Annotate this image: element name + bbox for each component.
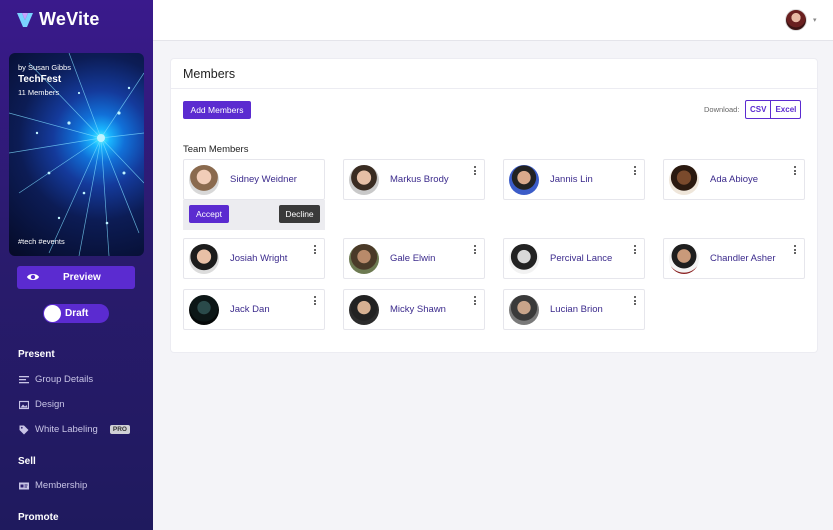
- sidebar-item-design[interactable]: Design: [19, 399, 65, 410]
- sidebar-item-label: Group Details: [35, 374, 94, 385]
- avatar: [189, 295, 219, 325]
- download-options: CSV Excel: [745, 100, 802, 119]
- pro-badge: PRO: [109, 425, 130, 434]
- avatar: [509, 295, 539, 325]
- avatar: [189, 165, 219, 195]
- image-icon: [19, 400, 29, 409]
- more-options-icon[interactable]: [794, 166, 797, 177]
- member-card[interactable]: Ada Abioye: [663, 159, 805, 200]
- member-card[interactable]: Josiah Wright: [183, 238, 325, 279]
- member-name[interactable]: Josiah Wright: [230, 253, 287, 264]
- more-options-icon[interactable]: [634, 296, 637, 307]
- avatar: [349, 244, 379, 274]
- toggle-knob: [44, 305, 61, 322]
- add-members-button[interactable]: Add Members: [183, 101, 251, 119]
- sidebar-item-label: Membership: [35, 480, 88, 491]
- member-card[interactable]: Percival Lance: [503, 238, 645, 279]
- avatar: [509, 244, 539, 274]
- avatar: [669, 244, 699, 274]
- sidebar-item-white-labeling[interactable]: White Labeling PRO: [19, 424, 130, 435]
- member-name[interactable]: Jannis Lin: [550, 174, 593, 185]
- logo-icon: [17, 12, 33, 27]
- member-name[interactable]: Micky Shawn: [390, 304, 446, 315]
- avatar: [669, 165, 699, 195]
- sidebar-item-label: Design: [35, 399, 65, 410]
- event-organizer: by Susan Gibbs: [18, 63, 71, 72]
- member-card[interactable]: Gale Elwin: [343, 238, 485, 279]
- member-name[interactable]: Gale Elwin: [390, 253, 435, 264]
- download-csv-button[interactable]: CSV: [746, 101, 772, 118]
- more-options-icon[interactable]: [634, 245, 637, 256]
- member-name[interactable]: Sidney Weidner: [230, 174, 297, 185]
- user-avatar[interactable]: [785, 9, 807, 31]
- chevron-down-icon[interactable]: ▾: [813, 16, 817, 24]
- member-card[interactable]: Jack Dan: [183, 289, 325, 330]
- event-tags: #tech #events: [18, 237, 65, 246]
- members-panel: Members Add Members Download: CSV Excel …: [171, 59, 817, 352]
- decline-button[interactable]: Decline: [279, 205, 320, 223]
- card-icon: [19, 482, 29, 489]
- member-name[interactable]: Jack Dan: [230, 304, 270, 315]
- more-options-icon[interactable]: [634, 166, 637, 177]
- sidebar: WeVite by Susan Gibbs TechFest 11 Member…: [0, 0, 153, 530]
- more-options-icon[interactable]: [474, 245, 477, 256]
- download-label: Download:: [704, 105, 740, 114]
- more-options-icon[interactable]: [474, 166, 477, 177]
- draft-toggle[interactable]: Draft: [43, 304, 109, 323]
- preview-button[interactable]: Preview: [17, 266, 135, 289]
- member-name[interactable]: Lucian Brion: [550, 304, 603, 315]
- event-card[interactable]: by Susan Gibbs TechFest 11 Members #tech…: [9, 53, 144, 256]
- avatar: [349, 295, 379, 325]
- event-title: TechFest: [18, 74, 62, 85]
- tag-icon: [19, 425, 29, 434]
- top-bar: [153, 0, 833, 41]
- event-member-count: 11 Members: [18, 88, 60, 97]
- more-options-icon[interactable]: [474, 296, 477, 307]
- divider: [171, 88, 817, 89]
- avatar: [189, 244, 219, 274]
- member-card[interactable]: Chandler Asher: [663, 238, 805, 279]
- page-title: Members: [183, 67, 236, 81]
- avatar: [349, 165, 379, 195]
- section-promote: Promote: [18, 512, 59, 523]
- sidebar-item-group-details[interactable]: Group Details: [19, 374, 93, 385]
- member-name[interactable]: Ada Abioye: [710, 174, 758, 185]
- eye-icon: [27, 274, 39, 280]
- member-card-pending[interactable]: Sidney Weidner: [183, 159, 325, 200]
- member-name[interactable]: Percival Lance: [550, 253, 612, 264]
- section-sell: Sell: [18, 456, 36, 467]
- accept-button[interactable]: Accept: [189, 205, 229, 223]
- member-card[interactable]: Lucian Brion: [503, 289, 645, 330]
- member-card[interactable]: Micky Shawn: [343, 289, 485, 330]
- section-present: Present: [18, 349, 55, 360]
- download-excel-button[interactable]: Excel: [771, 101, 800, 118]
- member-card[interactable]: Jannis Lin: [503, 159, 645, 200]
- more-options-icon[interactable]: [314, 245, 317, 256]
- pending-request-actions: Accept Decline: [183, 200, 325, 230]
- draft-label: Draft: [65, 308, 89, 319]
- sidebar-item-membership[interactable]: Membership: [19, 480, 87, 491]
- sidebar-item-label: White Labeling: [35, 424, 98, 435]
- logo[interactable]: WeVite: [16, 9, 100, 30]
- member-name[interactable]: Chandler Asher: [710, 253, 775, 264]
- more-options-icon[interactable]: [794, 245, 797, 256]
- team-members-heading: Team Members: [183, 144, 249, 155]
- member-name[interactable]: Markus Brody: [390, 174, 449, 185]
- avatar: [509, 165, 539, 195]
- member-card[interactable]: Markus Brody: [343, 159, 485, 200]
- preview-label: Preview: [63, 272, 101, 283]
- list-icon: [19, 375, 29, 383]
- more-options-icon[interactable]: [314, 296, 317, 307]
- app-name: WeVite: [39, 9, 100, 29]
